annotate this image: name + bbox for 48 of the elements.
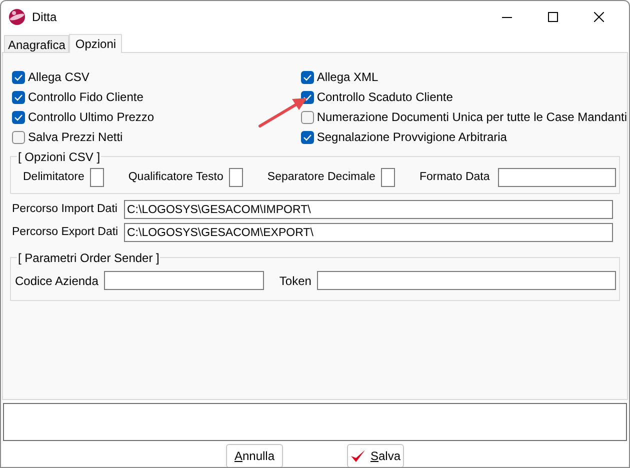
check-icon <box>14 74 23 80</box>
checkbox-label[interactable]: Allega CSV <box>28 68 90 86</box>
field-label: Token <box>279 272 312 290</box>
check-icon <box>14 114 23 120</box>
checkbox-label[interactable]: Allega XML <box>316 68 378 86</box>
field-label: Qualificatore Testo <box>128 170 224 185</box>
field-label: Delimitatore <box>23 170 84 185</box>
input-field[interactable] <box>104 271 264 290</box>
action-button[interactable]: Annulla <box>226 444 283 467</box>
path-field[interactable]: C:\LOGOSYS\GESACOM\EXPORT\ <box>124 223 613 242</box>
checkbox-label[interactable]: Controllo Ultimo Prezzo <box>28 108 154 126</box>
check-icon <box>302 74 312 80</box>
checkbox-label[interactable]: Numerazione Documenti Unica per tutte le Case Mandanti <box>316 108 627 126</box>
checkbox[interactable] <box>12 110 25 124</box>
field-label: Percorso Export Dati <box>12 224 120 240</box>
notes-field[interactable] <box>3 403 627 441</box>
input-field[interactable] <box>498 168 616 187</box>
field-label: Percorso Import Dati <box>12 202 118 217</box>
checkbox-label[interactable]: Salva Prezzi Netti <box>28 128 123 146</box>
check-icon <box>302 94 312 100</box>
check-icon <box>302 134 312 140</box>
check-icon <box>14 94 23 100</box>
field-label: Separatore Decimale <box>267 170 376 185</box>
input-field[interactable] <box>381 168 396 187</box>
checkbox[interactable] <box>300 110 314 124</box>
checkbox-label[interactable]: Controllo Scaduto Cliente <box>316 88 453 106</box>
input-field[interactable] <box>317 271 616 290</box>
close-icon <box>594 12 604 22</box>
checkbox-label[interactable]: Controllo Fido Cliente <box>28 88 144 106</box>
field-label: Formato Data <box>419 170 490 185</box>
tab[interactable]: Anagrafica <box>4 35 70 52</box>
checkbox-label[interactable]: Segnalazione Provvigione Arbitraria <box>316 128 507 146</box>
input-field[interactable] <box>90 168 104 187</box>
minimize-icon <box>502 16 512 18</box>
checkbox[interactable] <box>300 130 314 144</box>
checkbox[interactable] <box>300 70 314 84</box>
checkmark-icon <box>350 449 366 463</box>
checkbox[interactable] <box>12 70 25 84</box>
input-field[interactable] <box>229 168 244 187</box>
checkbox[interactable] <box>12 130 25 144</box>
action-button[interactable]: Salva <box>347 444 404 467</box>
tab[interactable]: Opzioni <box>69 34 122 53</box>
app-logo-icon <box>8 8 26 26</box>
maximize-icon <box>548 12 558 22</box>
field-label: Codice Azienda <box>15 272 98 290</box>
path-field[interactable]: C:\LOGOSYS\GESACOM\IMPORT\ <box>124 200 613 219</box>
checkbox[interactable] <box>12 90 25 104</box>
window-title: Ditta <box>32 9 57 26</box>
